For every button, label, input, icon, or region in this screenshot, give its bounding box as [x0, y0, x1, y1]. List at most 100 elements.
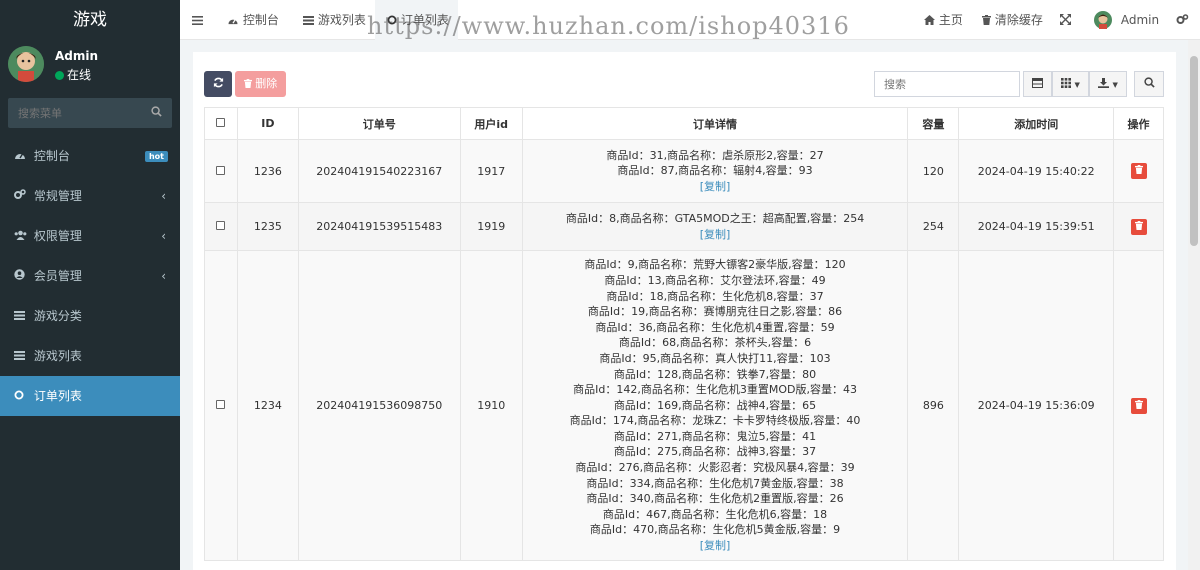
cell-order-details: 商品Id：31,商品名称：虐杀原形2,容量：27 商品Id：87,商品名称：辐射… [521, 139, 909, 203]
sidebar-item-order-list[interactable]: 订单列表 [0, 376, 180, 416]
menu-toggle-icon[interactable] [192, 0, 203, 40]
sidebar-item-members[interactable]: 会员管理 ‹ [0, 256, 180, 296]
table-header-row: ID 订单号 用户id 订单详情 容量 添加时间 操作 [204, 107, 1164, 140]
sidebar-item-dashboard[interactable]: 控制台 hot [0, 136, 180, 176]
detail-line: 商品Id：276,商品名称：火影忍者：究极风暴4,容量：39 [575, 461, 855, 475]
sidebar-search-input[interactable] [8, 98, 138, 128]
tab-order-list[interactable]: 订单列表 [375, 0, 458, 40]
cell-add-time: 2024-04-19 15:40:22 [958, 139, 1115, 203]
tab-game-list[interactable]: 游戏列表 [303, 0, 366, 40]
search-icon[interactable] [151, 106, 162, 120]
row-select-cell [204, 139, 238, 203]
table-search [874, 71, 1020, 97]
cell-id: 1234 [236, 250, 299, 561]
list-icon [14, 337, 28, 377]
detail-line: 商品Id：334,商品名称：生化危机7黄金版,容量：38 [586, 476, 844, 490]
row-checkbox[interactable] [216, 165, 226, 175]
circle-icon [387, 15, 397, 25]
columns-dropdown-button[interactable]: ▼ [1052, 71, 1089, 97]
copy-link[interactable]: [复制] [523, 538, 908, 554]
trash-icon [982, 15, 991, 25]
delete-label: 删除 [255, 77, 278, 90]
search-input[interactable] [875, 72, 1015, 96]
scrollbar-thumb[interactable] [1190, 56, 1198, 246]
avatar [1094, 11, 1112, 29]
col-header-capacity[interactable]: 容量 [907, 107, 960, 140]
refresh-button[interactable] [204, 71, 232, 97]
page-scrollbar[interactable] [1188, 40, 1200, 570]
row-checkbox[interactable] [216, 400, 226, 409]
detail-line: 商品Id：18,商品名称：生化危机8,容量：37 [606, 289, 824, 303]
cell-id: 1235 [236, 202, 299, 251]
detail-line: 商品Id：87,商品名称：辐射4,容量：93 [617, 164, 813, 178]
admin-menu[interactable]: Admin [1094, 0, 1159, 40]
clear-cache-button[interactable]: 清除缓存 [982, 0, 1043, 40]
home-link[interactable]: 主页 [924, 0, 963, 40]
sidebar-item-label: 权限管理 [33, 229, 82, 243]
col-header-id[interactable]: ID [236, 107, 299, 140]
table-row[interactable]: 1236 202404191540223167 1917 商品Id：31,商品名… [204, 139, 1164, 203]
export-dropdown-button[interactable]: ▼ [1089, 71, 1127, 97]
col-header-actions: 操作 [1113, 107, 1164, 140]
cogs-icon [14, 177, 28, 217]
home-label: 主页 [938, 13, 963, 27]
cell-capacity: 254 [907, 202, 960, 251]
home-icon [924, 15, 935, 25]
sidebar-item-game-categories[interactable]: 游戏分类 [0, 296, 180, 336]
settings-cogs-icon[interactable] [1176, 0, 1189, 40]
sidebar: 游戏 Admin 在线 控制台 hot [0, 0, 180, 570]
detail-line: 商品Id：142,商品名称：生化危机3重置MOD版,容量：43 [573, 383, 857, 397]
sidebar-menu: 控制台 hot 常规管理 ‹ 权限管理 ‹ 会员管理 ‹ 游戏分类 游戏列表 订… [0, 136, 180, 416]
table-row[interactable]: 1234 202404191536098750 1910 商品Id：9,商品名称… [204, 250, 1164, 561]
cell-user-id: 1910 [459, 250, 523, 561]
cell-order-details: 商品Id：8,商品名称：GTA5MOD之王：超高配置,容量：254 [复制] [521, 202, 909, 251]
fullscreen-icon[interactable] [1060, 0, 1071, 40]
col-header-order-no[interactable]: 订单号 [297, 107, 461, 140]
cell-user-id: 1919 [459, 202, 523, 251]
sidebar-item-permissions[interactable]: 权限管理 ‹ [0, 216, 180, 256]
cell-add-time: 2024-04-19 15:39:51 [958, 202, 1115, 251]
cell-actions [1113, 139, 1164, 203]
app-logo[interactable]: 游戏 [0, 0, 180, 40]
table-row[interactable]: 1235 202404191539515483 1919 商品Id：8,商品名称… [204, 202, 1164, 251]
detail-line: 商品Id：9,商品名称：荒野大镖客2豪华版,容量：120 [584, 258, 846, 272]
user-status-text: 在线 [67, 68, 92, 82]
row-checkbox[interactable] [216, 221, 226, 230]
trash-icon [1134, 399, 1143, 409]
tab-label: 控制台 [242, 13, 279, 27]
row-delete-button[interactable] [1130, 218, 1147, 235]
select-all-checkbox[interactable] [216, 118, 226, 127]
cell-id: 1236 [236, 139, 299, 203]
row-delete-button[interactable] [1130, 163, 1147, 179]
sidebar-item-general[interactable]: 常规管理 ‹ [0, 176, 180, 216]
detail-line: 商品Id：95,商品名称：真人快打11,容量：103 [599, 351, 831, 365]
grid-icon [1061, 78, 1072, 88]
trash-icon [243, 79, 252, 88]
copy-link[interactable]: [复制] [523, 227, 908, 243]
row-delete-button[interactable] [1130, 397, 1147, 414]
col-header-user-id[interactable]: 用户id [459, 107, 523, 140]
advanced-search-button[interactable] [1134, 71, 1164, 97]
sidebar-item-label: 控制台 [33, 149, 70, 163]
detail-line: 商品Id：13,商品名称：艾尔登法环,容量：49 [604, 273, 826, 287]
detail-line: 商品Id：340,商品名称：生化危机2重置版,容量：26 [586, 492, 844, 506]
detail-line: 商品Id：271,商品名称：鬼泣5,容量：41 [613, 429, 817, 443]
cell-order-no: 202404191540223167 [297, 139, 461, 203]
trash-icon [1134, 165, 1143, 174]
clear-cache-label: 清除缓存 [994, 13, 1043, 27]
sidebar-item-label: 会员管理 [33, 269, 82, 283]
avatar [8, 46, 44, 82]
col-header-order-details[interactable]: 订单详情 [521, 107, 909, 140]
col-header-add-time[interactable]: 添加时间 [958, 107, 1115, 140]
toggle-view-button[interactable] [1023, 71, 1052, 97]
online-dot-icon [55, 71, 64, 80]
cell-actions [1113, 202, 1164, 251]
tab-dashboard[interactable]: 控制台 [227, 0, 279, 40]
sidebar-item-game-list[interactable]: 游戏列表 [0, 336, 180, 376]
delete-button[interactable]: 删除 [235, 71, 286, 97]
chevron-left-icon: ‹ [161, 229, 166, 243]
user-status: 在线 [55, 66, 91, 83]
copy-link[interactable]: [复制] [523, 179, 908, 195]
sidebar-item-label: 游戏列表 [33, 349, 82, 363]
search-icon [1143, 77, 1155, 88]
